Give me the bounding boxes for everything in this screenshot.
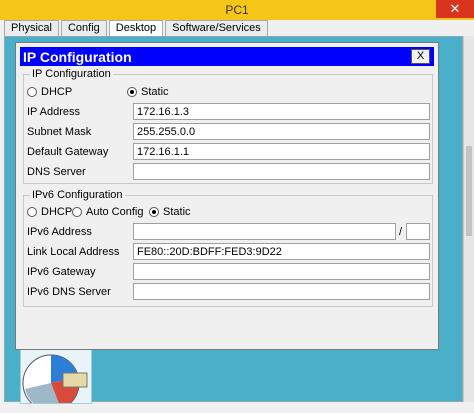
default-gateway-label: Default Gateway (27, 146, 109, 158)
ipv6-address-input[interactable] (133, 223, 396, 240)
link-local-address-input[interactable] (133, 243, 430, 260)
link-local-address-label: Link Local Address (27, 246, 120, 258)
ipv6-gateway-input[interactable] (133, 263, 430, 280)
ipv4-static-radio[interactable] (127, 87, 137, 97)
tab-config[interactable]: Config (60, 20, 107, 36)
ipv4-group-title: IP Configuration (30, 68, 113, 80)
dns-server-input[interactable] (133, 163, 430, 180)
ipv4-dhcp-radio[interactable] (27, 87, 37, 97)
tab-physical[interactable]: Physical (4, 20, 59, 36)
ipv6-dhcp-option[interactable]: DHCP (27, 206, 72, 218)
subnet-mask-label: Subnet Mask (27, 126, 92, 138)
dialog-title: IP Configuration (23, 49, 132, 65)
ipv6-gateway-label: IPv6 Gateway (27, 266, 96, 278)
ipv6-address-label: IPv6 Address (27, 226, 92, 238)
ip-configuration-dialog: IP Configuration X IP Configuration DHCP… (15, 42, 439, 350)
tab-desktop[interactable]: Desktop (108, 20, 164, 37)
ipv6-auto-config-label: Auto Config (86, 206, 144, 218)
window-titlebar: PC1 ✕ (0, 0, 474, 20)
ip-address-label: IP Address (27, 106, 80, 118)
vertical-scrollbar[interactable] (463, 36, 474, 402)
subnet-mask-input[interactable] (133, 123, 430, 140)
ipv4-dhcp-label: DHCP (41, 86, 73, 98)
ipv6-auto-config-option[interactable]: Auto Config (72, 206, 143, 218)
ipv6-prefix-length-input[interactable] (406, 223, 430, 240)
ipv6-dhcp-radio[interactable] (27, 207, 37, 217)
ipv6-static-label: Static (163, 206, 191, 218)
window-close-button[interactable]: ✕ (436, 0, 474, 18)
ip-address-input[interactable] (133, 103, 430, 120)
dialog-header: IP Configuration X (20, 47, 434, 66)
dns-server-label: DNS Server (27, 166, 86, 178)
ipv6-static-radio[interactable] (149, 207, 159, 217)
ipv6-static-option[interactable]: Static (149, 206, 191, 218)
ipv4-static-option[interactable]: Static (127, 86, 169, 98)
ipv6-dhcp-label: DHCP (41, 206, 73, 218)
window-title: PC1 (225, 3, 249, 17)
ipv6-group-title: IPv6 Configuration (30, 189, 125, 201)
dialog-close-button[interactable]: X (411, 49, 430, 64)
prefix-separator: / (399, 226, 403, 238)
default-gateway-input[interactable] (133, 143, 430, 160)
ipv6-auto-config-radio[interactable] (72, 207, 82, 217)
tab-software-services[interactable]: Software/Services (165, 20, 268, 36)
ipv4-dhcp-option[interactable]: DHCP (27, 86, 72, 98)
pie-chart-app-icon (22, 354, 88, 403)
scrollbar-thumb[interactable] (466, 146, 472, 236)
tab-bar: Physical Config Desktop Software/Service… (4, 20, 270, 37)
ipv6-dns-server-input[interactable] (133, 283, 430, 300)
ipv6-dns-server-label: IPv6 DNS Server (27, 286, 111, 298)
desktop-app-icon[interactable] (20, 348, 92, 404)
ipv4-static-label: Static (141, 86, 169, 98)
